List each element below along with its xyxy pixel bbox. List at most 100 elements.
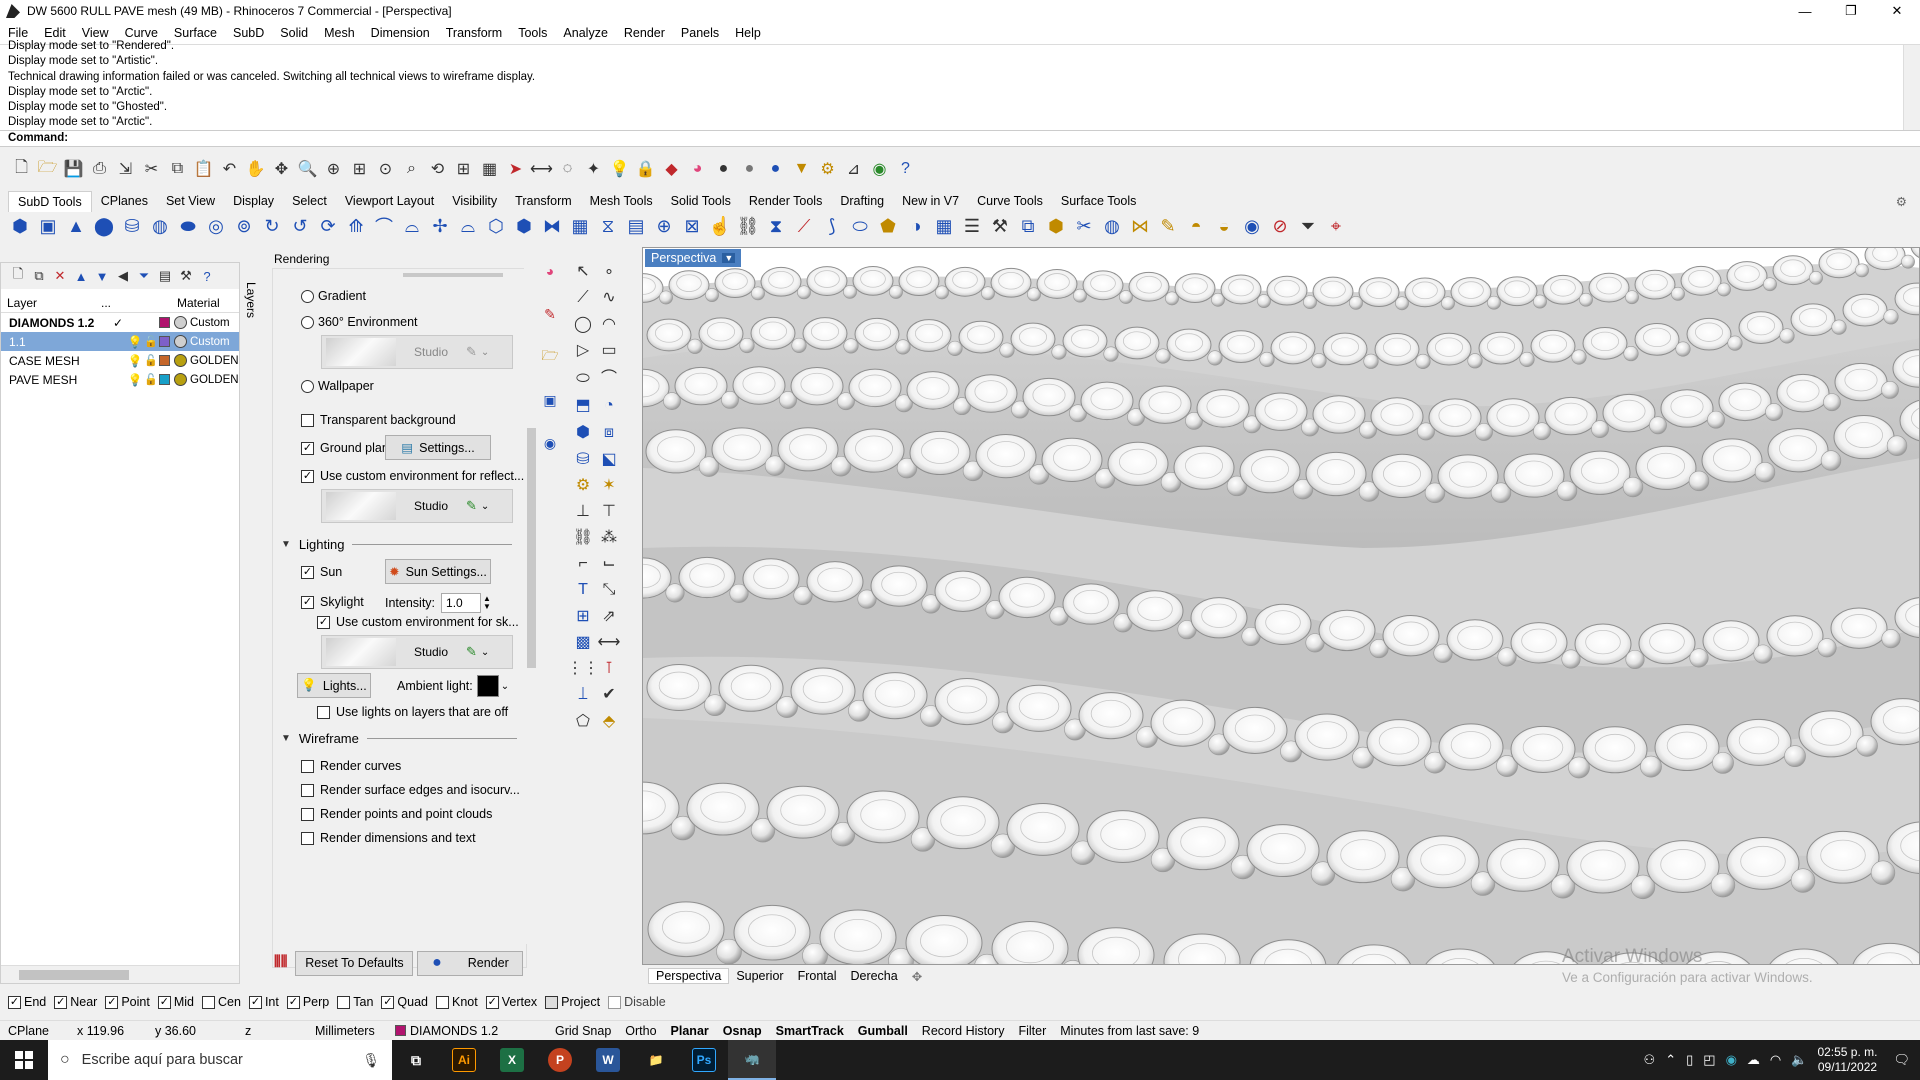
subd-ball-icon[interactable]: ◍	[148, 215, 172, 238]
osnap-checkbox[interactable]	[202, 995, 215, 1009]
print-icon[interactable]: ⎙	[88, 158, 111, 181]
osnap-near[interactable]: ✓ Near	[54, 995, 97, 1009]
reflect-env-picker[interactable]: Studio ✎ ⌄	[321, 489, 513, 523]
layer-icon[interactable]: ◆	[660, 158, 683, 181]
dropdown-arrow-icon[interactable]: ⌄	[481, 647, 489, 658]
env360-radio[interactable]	[301, 315, 314, 329]
circle-icon[interactable]: ◯	[571, 312, 595, 336]
subd-pin-icon[interactable]: ⌖	[1324, 215, 1348, 238]
delete-layer-icon[interactable]: ✕	[51, 267, 69, 285]
render-surface-edges-option[interactable]: Render surface edges and isocurv...	[301, 783, 520, 797]
osnap-checkbox[interactable]: ✓	[485, 995, 499, 1009]
wireframe-section[interactable]: ▼ Wireframe	[281, 731, 521, 746]
arc-icon[interactable]: ◠	[597, 312, 621, 336]
subd-box-icon[interactable]: ▣	[36, 215, 60, 238]
subd-grid-icon[interactable]: ▦	[568, 215, 592, 238]
subd-list-icon[interactable]: ☰	[960, 215, 984, 238]
toolbar-settings-gear-icon[interactable]: ⚙	[1887, 194, 1916, 209]
taskbar-excel[interactable]: X	[488, 1040, 536, 1080]
subd-move-icon[interactable]: ✢	[428, 215, 452, 238]
transparent-bg-option[interactable]: Transparent background	[301, 413, 456, 427]
move-up-icon[interactable]: ▲	[72, 267, 90, 285]
subd-fill-icon[interactable]: ⬭	[848, 215, 872, 238]
tab-set-view[interactable]: Set View	[157, 194, 224, 208]
taskbar-illustrator[interactable]: Ai	[440, 1040, 488, 1080]
status-cplane[interactable]: CPlane	[0, 1024, 70, 1038]
rendered-sphere-icon[interactable]: ●	[764, 158, 787, 181]
tab-render-tools[interactable]: Render Tools	[740, 194, 831, 208]
status-osnap[interactable]: Osnap	[716, 1024, 769, 1038]
osnap-checkbox[interactable]	[436, 995, 449, 1009]
status-gumball[interactable]: Gumball	[851, 1024, 915, 1038]
perspective-viewport[interactable]	[642, 247, 1920, 965]
status-filter[interactable]: Filter	[1011, 1024, 1053, 1038]
subd-gold-cube-icon[interactable]: ⬢	[1044, 215, 1068, 238]
triangle-icon[interactable]: ▷	[571, 338, 595, 362]
tab-cplanes[interactable]: CPlanes	[92, 194, 157, 208]
status-record-history[interactable]: Record History	[915, 1024, 1012, 1038]
menu-analyze[interactable]: Analyze	[555, 26, 615, 40]
tab-visibility[interactable]: Visibility	[443, 194, 506, 208]
dimension-icon[interactable]: ⟷	[597, 630, 621, 654]
use-lights-layers-checkbox[interactable]	[317, 705, 330, 719]
grid-icon[interactable]: ▦	[478, 158, 501, 181]
layer-row[interactable]: 1.1 💡 🔓 Custom	[1, 332, 239, 351]
render-points-checkbox[interactable]	[301, 807, 314, 821]
osnap-mid[interactable]: ✓ Mid	[157, 995, 194, 1009]
subd-weld-icon[interactable]: ⧖	[596, 215, 620, 238]
subd-sphere-mesh-icon[interactable]: ⊕	[652, 215, 676, 238]
four-views-icon[interactable]: ⊞	[452, 158, 475, 181]
tab-select[interactable]: Select	[283, 194, 336, 208]
subd-smooth-icon[interactable]: ⟆	[820, 215, 844, 238]
render-dimensions-option[interactable]: Render dimensions and text	[301, 831, 476, 845]
lock-icon[interactable]: 🔓	[143, 354, 159, 367]
material-swatch[interactable]	[174, 373, 187, 386]
boolean-icon[interactable]: ⧈	[597, 421, 621, 445]
network-icon[interactable]: ◰	[1703, 1052, 1715, 1068]
new-sublayer-icon[interactable]: ⧉	[30, 267, 48, 285]
wallpaper-radio[interactable]	[301, 379, 314, 393]
osnap-perp[interactable]: ✓ Perp	[286, 995, 329, 1009]
collapse-arrow-icon[interactable]: ▼	[281, 733, 291, 744]
shaded-sphere-icon[interactable]: ●	[712, 158, 735, 181]
wallpaper-option[interactable]: Wallpaper	[301, 379, 374, 393]
ground-plane-settings-button[interactable]: ▤ Settings...	[385, 435, 491, 460]
status-planar[interactable]: Planar	[664, 1024, 716, 1038]
visibility-bulb-icon[interactable]: 💡	[127, 373, 143, 387]
taskbar-search[interactable]: ○ Escribe aquí para buscar 🎙	[48, 1040, 392, 1080]
hide-icon[interactable]: ◌	[556, 158, 579, 181]
tab-display[interactable]: Display	[224, 194, 283, 208]
ambient-dropdown-icon[interactable]: ⌄	[501, 681, 509, 692]
subd-hand-icon[interactable]: ☝	[708, 215, 732, 238]
status-smarttrack[interactable]: SmartTrack	[769, 1024, 851, 1038]
star-icon[interactable]: ✶	[597, 473, 621, 497]
options-gear-icon[interactable]: ⚙	[816, 158, 839, 181]
viewtab-frontal[interactable]: Frontal	[791, 969, 844, 983]
osnap-disable[interactable]: Disable	[608, 995, 666, 1009]
lock-icon[interactable]: 🔓	[143, 373, 159, 386]
subd-slide-icon[interactable]: ◑	[904, 215, 928, 238]
menu-file[interactable]: File	[0, 26, 36, 40]
osnap-tan[interactable]: Tan	[337, 995, 373, 1009]
osnap-checkbox[interactable]: ✓	[157, 995, 171, 1009]
taskbar-explorer[interactable]: 📁	[632, 1040, 680, 1080]
osnap-checkbox[interactable]	[545, 995, 559, 1009]
menu-mesh[interactable]: Mesh	[316, 26, 363, 40]
osnap-checkbox[interactable]: ✓	[105, 995, 119, 1009]
col-layer[interactable]: Layer	[1, 296, 101, 310]
lights-button[interactable]: 💡 Lights...	[297, 673, 371, 698]
volume-icon[interactable]: 🔈	[1791, 1052, 1807, 1068]
subd-bevel-icon[interactable]: ⌓	[400, 215, 424, 238]
render-button[interactable]: ● Render	[417, 950, 524, 976]
pan-icon[interactable]: ✋	[244, 158, 267, 181]
maximize-button[interactable]: ❐	[1828, 0, 1874, 22]
status-grid-snap[interactable]: Grid Snap	[548, 1024, 618, 1038]
render-points-option[interactable]: Render points and point clouds	[301, 807, 492, 821]
subd-gold-sphere-icon[interactable]: ◓	[1184, 215, 1208, 238]
wifi-icon[interactable]: ◠	[1770, 1052, 1781, 1068]
osnap-checkbox[interactable]: ✓	[8, 995, 21, 1009]
undo-icon[interactable]: ↶	[218, 158, 241, 181]
layer-row[interactable]: PAVE MESH 💡 🔓 GOLDEN	[1, 370, 239, 389]
scale-icon[interactable]: ⤡	[597, 578, 621, 602]
subd-brush-icon[interactable]: ✎	[1156, 215, 1180, 238]
